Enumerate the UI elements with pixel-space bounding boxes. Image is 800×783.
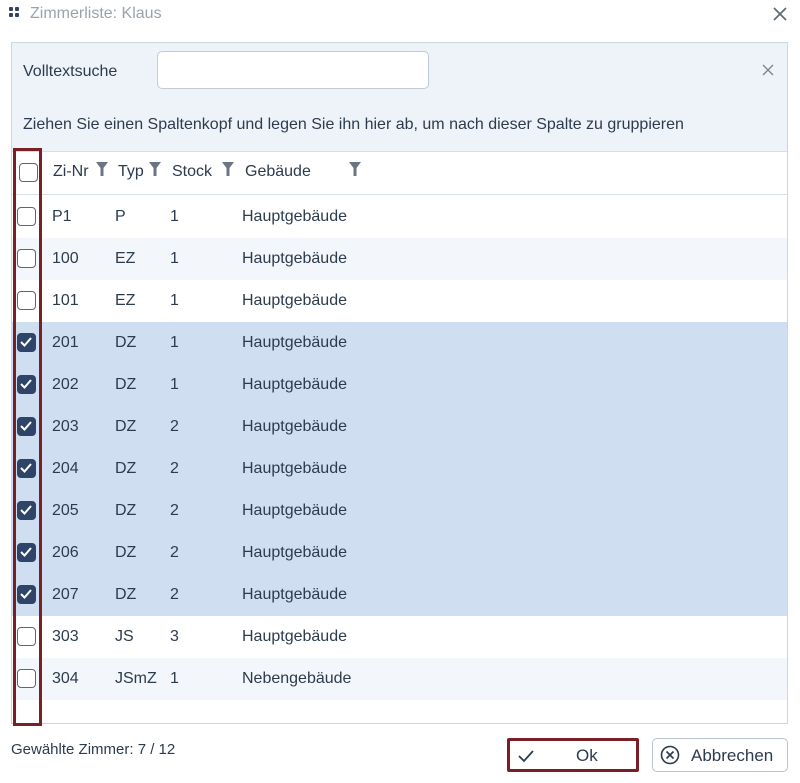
checkmark-icon	[518, 749, 534, 768]
cell-typ: EZ	[115, 250, 136, 267]
row-checkbox[interactable]	[17, 459, 36, 478]
row-checkbox[interactable]	[17, 291, 36, 310]
table-row[interactable]: 205 DZ 2 Hauptgebäude	[12, 490, 787, 532]
cell-typ: JS	[115, 628, 134, 645]
table-row[interactable]: P1 P 1 Hauptgebäude	[12, 196, 787, 238]
column-header-zi-nr[interactable]: Zi-Nr	[53, 163, 89, 181]
cell-stock: 1	[170, 292, 179, 309]
ok-button[interactable]: Ok	[507, 738, 639, 772]
cell-zi-nr: 207	[52, 586, 79, 603]
row-checkbox[interactable]	[17, 417, 36, 436]
cell-typ: P	[115, 208, 126, 225]
cell-typ: DZ	[115, 502, 137, 519]
row-checkbox[interactable]	[17, 207, 36, 226]
cell-gebaeude: Nebengebäude	[242, 670, 352, 687]
table-row[interactable]: 101 EZ 1 Hauptgebäude	[12, 280, 787, 322]
column-header-stock[interactable]: Stock	[172, 163, 212, 181]
cell-stock: 1	[170, 670, 179, 687]
close-icon[interactable]	[770, 4, 790, 24]
table-row[interactable]: 203 DZ 2 Hauptgebäude	[12, 406, 787, 448]
table-row[interactable]: 204 DZ 2 Hauptgebäude	[12, 448, 787, 490]
row-checkbox[interactable]	[17, 333, 36, 352]
cell-zi-nr: 303	[52, 628, 79, 645]
row-checkbox[interactable]	[17, 585, 36, 604]
cell-stock: 2	[170, 544, 179, 561]
cell-typ: DZ	[115, 418, 137, 435]
cell-gebaeude: Hauptgebäude	[242, 334, 347, 351]
title-bar: Zimmerliste: Klaus	[0, 0, 800, 28]
search-label: Volltextsuche	[23, 63, 118, 80]
cell-stock: 3	[170, 628, 179, 645]
cell-zi-nr: 205	[52, 502, 79, 519]
cell-gebaeude: Hauptgebäude	[242, 544, 347, 561]
window-title: Zimmerliste: Klaus	[30, 5, 162, 22]
cell-typ: DZ	[115, 376, 137, 393]
selected-rooms-count: Gewählte Zimmer: 7 / 12	[11, 741, 176, 758]
cancel-button[interactable]: Abbrechen	[652, 738, 788, 772]
row-checkbox[interactable]	[17, 249, 36, 268]
filter-icon[interactable]	[222, 162, 234, 176]
cell-typ: JSmZ	[115, 670, 157, 687]
table-row[interactable]: 100 EZ 1 Hauptgebäude	[12, 238, 787, 280]
cell-stock: 1	[170, 376, 179, 393]
row-checkbox[interactable]	[17, 375, 36, 394]
cell-zi-nr: 100	[52, 250, 79, 267]
cell-typ: DZ	[115, 586, 137, 603]
cell-gebaeude: Hauptgebäude	[242, 586, 347, 603]
search-zone: Volltextsuche Ziehen Sie einen Spaltenko…	[12, 43, 787, 151]
cell-typ: DZ	[115, 334, 137, 351]
cell-zi-nr: 203	[52, 418, 79, 435]
table-row[interactable]: 207 DZ 2 Hauptgebäude	[12, 574, 787, 616]
cell-gebaeude: Hauptgebäude	[242, 628, 347, 645]
table-row[interactable]: 201 DZ 1 Hauptgebäude	[12, 322, 787, 364]
table-row[interactable]: 202 DZ 1 Hauptgebäude	[12, 364, 787, 406]
cell-gebaeude: Hauptgebäude	[242, 376, 347, 393]
row-checkbox[interactable]	[17, 627, 36, 646]
column-header-gebaeude[interactable]: Gebäude	[245, 163, 311, 181]
cell-gebaeude: Hauptgebäude	[242, 208, 347, 225]
select-all-checkbox[interactable]	[19, 163, 38, 182]
table-row[interactable]: 304 JSmZ 1 Nebengebäude	[12, 658, 787, 700]
cell-stock: 1	[170, 334, 179, 351]
cell-stock: 2	[170, 418, 179, 435]
cell-gebaeude: Hauptgebäude	[242, 460, 347, 477]
cancel-circle-icon	[660, 745, 680, 770]
filter-icon[interactable]	[149, 162, 161, 176]
cell-gebaeude: Hauptgebäude	[242, 418, 347, 435]
cell-gebaeude: Hauptgebäude	[242, 250, 347, 267]
clear-search-icon[interactable]	[761, 63, 775, 77]
row-checkbox[interactable]	[17, 669, 36, 688]
ok-button-label: Ok	[576, 746, 598, 765]
cell-typ: DZ	[115, 460, 137, 477]
cell-zi-nr: 304	[52, 670, 79, 687]
column-header-typ[interactable]: Typ	[118, 163, 144, 181]
cell-stock: 1	[170, 250, 179, 267]
group-drop-zone-hint: Ziehen Sie einen Spaltenkopf und legen S…	[23, 116, 684, 133]
cancel-button-label: Abbrechen	[691, 746, 774, 765]
row-checkbox[interactable]	[17, 543, 36, 562]
cell-zi-nr: 202	[52, 376, 79, 393]
grid-header: Zi-Nr Typ Stock Gebäude	[12, 151, 787, 195]
search-input[interactable]	[157, 51, 429, 89]
cell-zi-nr: 201	[52, 334, 79, 351]
cell-stock: 2	[170, 502, 179, 519]
cell-typ: DZ	[115, 544, 137, 561]
cell-gebaeude: Hauptgebäude	[242, 292, 347, 309]
cell-zi-nr: 204	[52, 460, 79, 477]
cell-zi-nr: 101	[52, 292, 79, 309]
filter-icon[interactable]	[96, 162, 108, 176]
filter-icon[interactable]	[349, 162, 361, 176]
cell-zi-nr: 206	[52, 544, 79, 561]
table-row[interactable]: 303 JS 3 Hauptgebäude	[12, 616, 787, 658]
cell-zi-nr: P1	[52, 208, 72, 225]
row-checkbox[interactable]	[17, 501, 36, 520]
room-list-panel: Volltextsuche Ziehen Sie einen Spaltenko…	[11, 42, 788, 724]
cell-stock: 2	[170, 586, 179, 603]
app-grid-icon	[8, 6, 20, 20]
table-row[interactable]: 206 DZ 2 Hauptgebäude	[12, 532, 787, 574]
cell-stock: 2	[170, 460, 179, 477]
cell-stock: 1	[170, 208, 179, 225]
cell-typ: EZ	[115, 292, 136, 309]
cell-gebaeude: Hauptgebäude	[242, 502, 347, 519]
